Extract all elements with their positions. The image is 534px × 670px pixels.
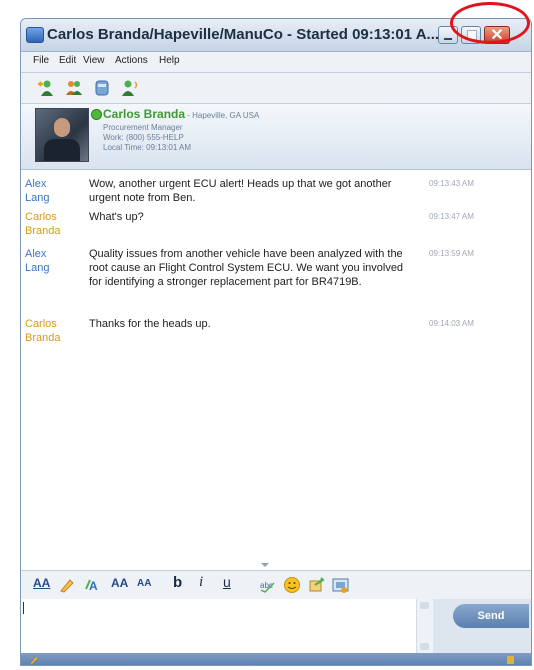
message-text: Wow, another urgent ECU alert! Heads up … — [89, 178, 392, 204]
message-input[interactable] — [21, 599, 416, 653]
message-text: Quality issues from another vehicle have… — [89, 248, 404, 288]
scroll-up-icon[interactable] — [420, 602, 429, 609]
toolbar — [21, 73, 531, 104]
shrink-font-button[interactable]: AA — [137, 578, 151, 589]
bold-button[interactable]: b — [173, 574, 182, 591]
spell-check-icon[interactable]: abc — [259, 577, 277, 593]
list-item: Alex Lang Wow, another urgent ECU alert!… — [21, 177, 531, 209]
message-time: 09:14:03 AM — [429, 319, 474, 328]
highlight-icon[interactable] — [59, 577, 75, 593]
message-text: What's up? — [89, 211, 144, 223]
contact-location: - Hapeville, GA USA — [185, 111, 260, 120]
menu-bar: File Edit View Actions Help — [21, 52, 531, 73]
message-sender: Carlos Branda — [25, 211, 61, 237]
contact-title: Procurement Manager — [103, 123, 183, 132]
message-sender: Alex Lang — [25, 178, 50, 204]
list-item: Alex Lang Quality issues from another ve… — [21, 247, 531, 307]
list-item: Carlos Branda Thanks for the heads up. 0… — [21, 317, 531, 349]
message-sender: Alex Lang — [25, 248, 50, 274]
annotation-circle — [450, 2, 530, 44]
pencil-icon — [29, 656, 39, 665]
status-available-icon — [91, 109, 102, 120]
message-sender: Carlos Branda — [25, 318, 61, 344]
font-button[interactable]: AA — [33, 576, 50, 590]
menu-view[interactable]: View — [83, 55, 105, 66]
minimize-icon — [444, 38, 452, 40]
contact-header: Carlos Branda - Hapeville, GA USA Procur… — [21, 104, 531, 170]
chat-transcript: Alex Lang Wow, another urgent ECU alert!… — [21, 170, 531, 570]
send-button[interactable]: Send — [453, 604, 529, 628]
format-toolbar: AA A AA AA b i u abc — [21, 570, 531, 600]
send-panel: Send — [433, 599, 531, 653]
underline-button[interactable]: u — [223, 574, 231, 590]
message-time: 09:13:43 AM — [429, 179, 474, 188]
italic-button[interactable]: i — [199, 574, 203, 591]
emoticon-icon[interactable] — [283, 576, 301, 594]
meeting-icon[interactable] — [93, 79, 111, 97]
chat-window: Carlos Branda/Hapeville/ManuCo - Started… — [20, 18, 532, 666]
contact-local-time: Local Time: 09:13:01 AM — [103, 143, 192, 152]
add-person-icon[interactable] — [37, 79, 55, 97]
list-item: Carlos Branda What's up? 09:13:47 AM — [21, 210, 531, 242]
avatar — [35, 108, 89, 162]
window-title: Carlos Branda/Hapeville/ManuCo - Started… — [47, 26, 440, 43]
text-color-icon[interactable]: A — [85, 577, 103, 593]
lock-icon — [507, 656, 514, 664]
contact-name[interactable]: Carlos Branda - Hapeville, GA USA — [103, 107, 259, 121]
message-text: Thanks for the heads up. — [89, 318, 211, 330]
group-icon[interactable] — [65, 79, 83, 97]
status-bar — [21, 653, 531, 665]
chat-app-icon — [26, 27, 44, 43]
message-time: 09:13:59 AM — [429, 249, 474, 258]
call-icon[interactable] — [121, 79, 139, 97]
menu-edit[interactable]: Edit — [59, 55, 76, 66]
send-file-icon[interactable] — [307, 576, 325, 594]
input-scrollbar[interactable] — [416, 599, 433, 653]
contact-name-text: Carlos Branda — [103, 107, 186, 121]
message-time: 09:13:47 AM — [429, 212, 474, 221]
menu-file[interactable]: File — [33, 55, 49, 66]
grow-font-button[interactable]: AA — [111, 576, 128, 590]
menu-actions[interactable]: Actions — [115, 55, 148, 66]
menu-help[interactable]: Help — [159, 55, 180, 66]
contact-work-phone: Work: (800) 555-HELP — [103, 133, 184, 142]
scroll-down-icon[interactable] — [420, 643, 429, 650]
splitter-grip[interactable] — [261, 563, 269, 567]
screen-capture-icon[interactable] — [331, 576, 351, 594]
